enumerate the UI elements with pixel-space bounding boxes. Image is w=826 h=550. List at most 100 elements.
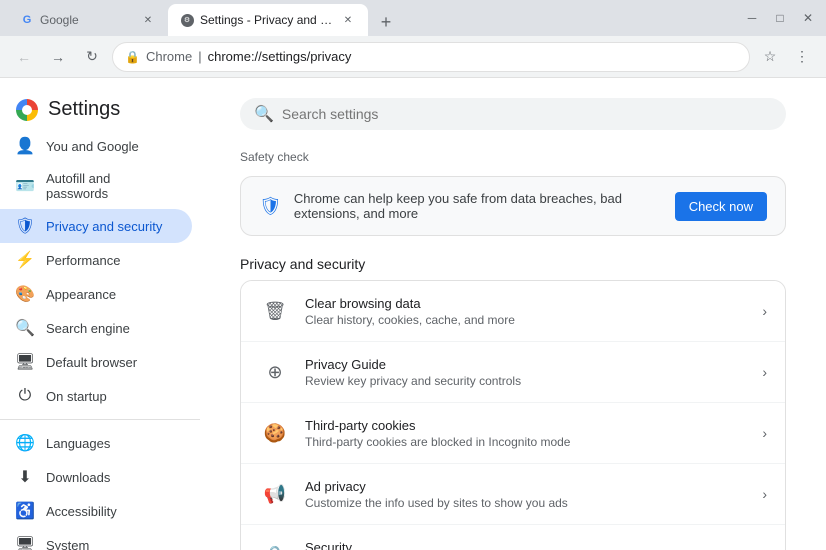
- google-favicon: G: [20, 13, 34, 27]
- address-prefix: Chrome: [146, 49, 192, 64]
- system-icon: 🖥: [16, 536, 34, 550]
- sidebar-item-downloads[interactable]: ⬇ Downloads: [0, 460, 192, 494]
- sidebar-header: Settings: [0, 86, 200, 129]
- sidebar-item-languages[interactable]: 🌐 Languages: [0, 426, 192, 460]
- address-text: chrome://settings/privacy: [208, 49, 737, 64]
- privacy-settings-list: 🗑 Clear browsing data Clear history, coo…: [240, 280, 786, 550]
- privacy-icon: 🛡: [16, 217, 34, 235]
- settings-title: Settings: [48, 98, 120, 121]
- privacy-guide-text: Privacy Guide Review key privacy and sec…: [305, 357, 748, 388]
- sidebar-item-performance[interactable]: ⚡ Performance: [0, 243, 192, 277]
- safety-check-card: 🛡 Chrome can help keep you safe from dat…: [240, 176, 786, 236]
- settings-item-privacy-guide[interactable]: ⊕ Privacy Guide Review key privacy and s…: [241, 342, 785, 403]
- privacy-guide-icon: ⊕: [259, 356, 291, 388]
- search-icon: 🔍: [254, 104, 274, 124]
- cookies-icon: 🍪: [259, 417, 291, 449]
- window-controls: ─ □ ✕: [742, 8, 818, 28]
- cookies-arrow: ›: [762, 425, 767, 441]
- close-window-button[interactable]: ✕: [798, 8, 818, 28]
- sidebar-item-default-browser[interactable]: 🖥 Default browser: [0, 345, 192, 379]
- safety-check-icon: 🛡: [259, 196, 282, 217]
- toolbar-right: ☆ ⋮: [756, 43, 816, 71]
- settings-item-clear-browsing[interactable]: 🗑 Clear browsing data Clear history, coo…: [241, 281, 785, 342]
- sidebar-label-privacy: Privacy and security: [46, 219, 162, 234]
- maximize-button[interactable]: □: [770, 8, 790, 28]
- safety-check-description: Chrome can help keep you safe from data …: [294, 191, 663, 221]
- address-lock-icon: 🔒: [125, 50, 140, 64]
- ad-privacy-icon: 📢: [259, 478, 291, 510]
- you-and-google-icon: 👤: [16, 137, 34, 155]
- new-tab-button[interactable]: +: [372, 8, 400, 36]
- appearance-icon: 🎨: [16, 285, 34, 303]
- search-engine-icon: 🔍: [16, 319, 34, 337]
- search-input[interactable]: [282, 106, 772, 122]
- sidebar-label-accessibility: Accessibility: [46, 504, 117, 519]
- sidebar-label-search-engine: Search engine: [46, 321, 130, 336]
- sidebar-item-search-engine[interactable]: 🔍 Search engine: [0, 311, 192, 345]
- settings-tab-close[interactable]: ✕: [340, 12, 356, 28]
- back-button[interactable]: ←: [10, 43, 38, 71]
- ad-privacy-desc: Customize the info used by sites to show…: [305, 496, 748, 510]
- tab-group: G Google ✕ ⚙ Settings - Privacy and secu…: [8, 0, 742, 36]
- settings-tab[interactable]: ⚙ Settings - Privacy and security ✕: [168, 4, 368, 36]
- clear-browsing-desc: Clear history, cookies, cache, and more: [305, 313, 748, 327]
- content-area: 🔍 Safety check 🛡 Chrome can help keep yo…: [200, 78, 826, 550]
- google-tab-title: Google: [40, 13, 134, 27]
- search-bar-container[interactable]: 🔍: [240, 98, 786, 130]
- security-text: Security Safe Browsing (protection from …: [305, 540, 748, 550]
- address-bar[interactable]: 🔒 Chrome | chrome://settings/privacy: [112, 42, 750, 72]
- main-layout: Settings 👤 You and Google 🪪 Autofill and…: [0, 78, 826, 550]
- privacy-guide-desc: Review key privacy and security controls: [305, 374, 748, 388]
- address-separator: |: [198, 49, 201, 64]
- sidebar-item-accessibility[interactable]: ♿ Accessibility: [0, 494, 192, 528]
- toolbar: ← → ↻ 🔒 Chrome | chrome://settings/priva…: [0, 36, 826, 78]
- security-title: Security: [305, 540, 748, 550]
- privacy-section-heading: Privacy and security: [240, 256, 786, 272]
- bookmark-button[interactable]: ☆: [756, 43, 784, 71]
- google-tab[interactable]: G Google ✕: [8, 4, 168, 36]
- performance-icon: ⚡: [16, 251, 34, 269]
- sidebar-label-on-startup: On startup: [46, 389, 107, 404]
- downloads-icon: ⬇: [16, 468, 34, 486]
- minimize-button[interactable]: ─: [742, 8, 762, 28]
- settings-item-security[interactable]: 🔒 Security Safe Browsing (protection fro…: [241, 525, 785, 550]
- clear-browsing-title: Clear browsing data: [305, 296, 748, 311]
- clear-browsing-icon: 🗑: [259, 295, 291, 327]
- settings-tab-favicon: ⚙: [180, 13, 194, 27]
- sidebar-divider-1: [0, 419, 200, 420]
- ad-privacy-title: Ad privacy: [305, 479, 748, 494]
- clear-browsing-arrow: ›: [762, 303, 767, 319]
- cookies-text: Third-party cookies Third-party cookies …: [305, 418, 748, 449]
- settings-item-third-party-cookies[interactable]: 🍪 Third-party cookies Third-party cookie…: [241, 403, 785, 464]
- autofill-icon: 🪪: [16, 177, 34, 195]
- title-bar: G Google ✕ ⚙ Settings - Privacy and secu…: [0, 0, 826, 36]
- cookies-desc: Third-party cookies are blocked in Incog…: [305, 435, 748, 449]
- browser-menu-button[interactable]: ⋮: [788, 43, 816, 71]
- sidebar-label-you-and-google: You and Google: [46, 139, 139, 154]
- sidebar-item-autofill[interactable]: 🪪 Autofill and passwords: [0, 163, 192, 209]
- accessibility-icon: ♿: [16, 502, 34, 520]
- cookies-title: Third-party cookies: [305, 418, 748, 433]
- sidebar-label-performance: Performance: [46, 253, 120, 268]
- sidebar-label-languages: Languages: [46, 436, 110, 451]
- refresh-button[interactable]: ↻: [78, 43, 106, 71]
- sidebar: Settings 👤 You and Google 🪪 Autofill and…: [0, 78, 200, 550]
- sidebar-item-appearance[interactable]: 🎨 Appearance: [0, 277, 192, 311]
- settings-tab-title: Settings - Privacy and security: [200, 13, 334, 27]
- sidebar-label-autofill: Autofill and passwords: [46, 171, 176, 201]
- default-browser-icon: 🖥: [16, 353, 34, 371]
- security-icon: 🔒: [259, 539, 291, 550]
- sidebar-item-you-and-google[interactable]: 👤 You and Google: [0, 129, 192, 163]
- safety-check-section-title: Safety check: [240, 150, 786, 164]
- sidebar-item-on-startup[interactable]: ⏻ On startup: [0, 379, 192, 413]
- settings-item-ad-privacy[interactable]: 📢 Ad privacy Customize the info used by …: [241, 464, 785, 525]
- sidebar-item-system[interactable]: 🖥 System: [0, 528, 192, 550]
- privacy-guide-arrow: ›: [762, 364, 767, 380]
- sidebar-item-privacy[interactable]: 🛡 Privacy and security: [0, 209, 192, 243]
- ad-privacy-text: Ad privacy Customize the info used by si…: [305, 479, 748, 510]
- forward-button[interactable]: →: [44, 43, 72, 71]
- sidebar-label-appearance: Appearance: [46, 287, 116, 302]
- on-startup-icon: ⏻: [16, 387, 34, 405]
- check-now-button[interactable]: Check now: [675, 192, 767, 221]
- google-tab-close[interactable]: ✕: [140, 12, 156, 28]
